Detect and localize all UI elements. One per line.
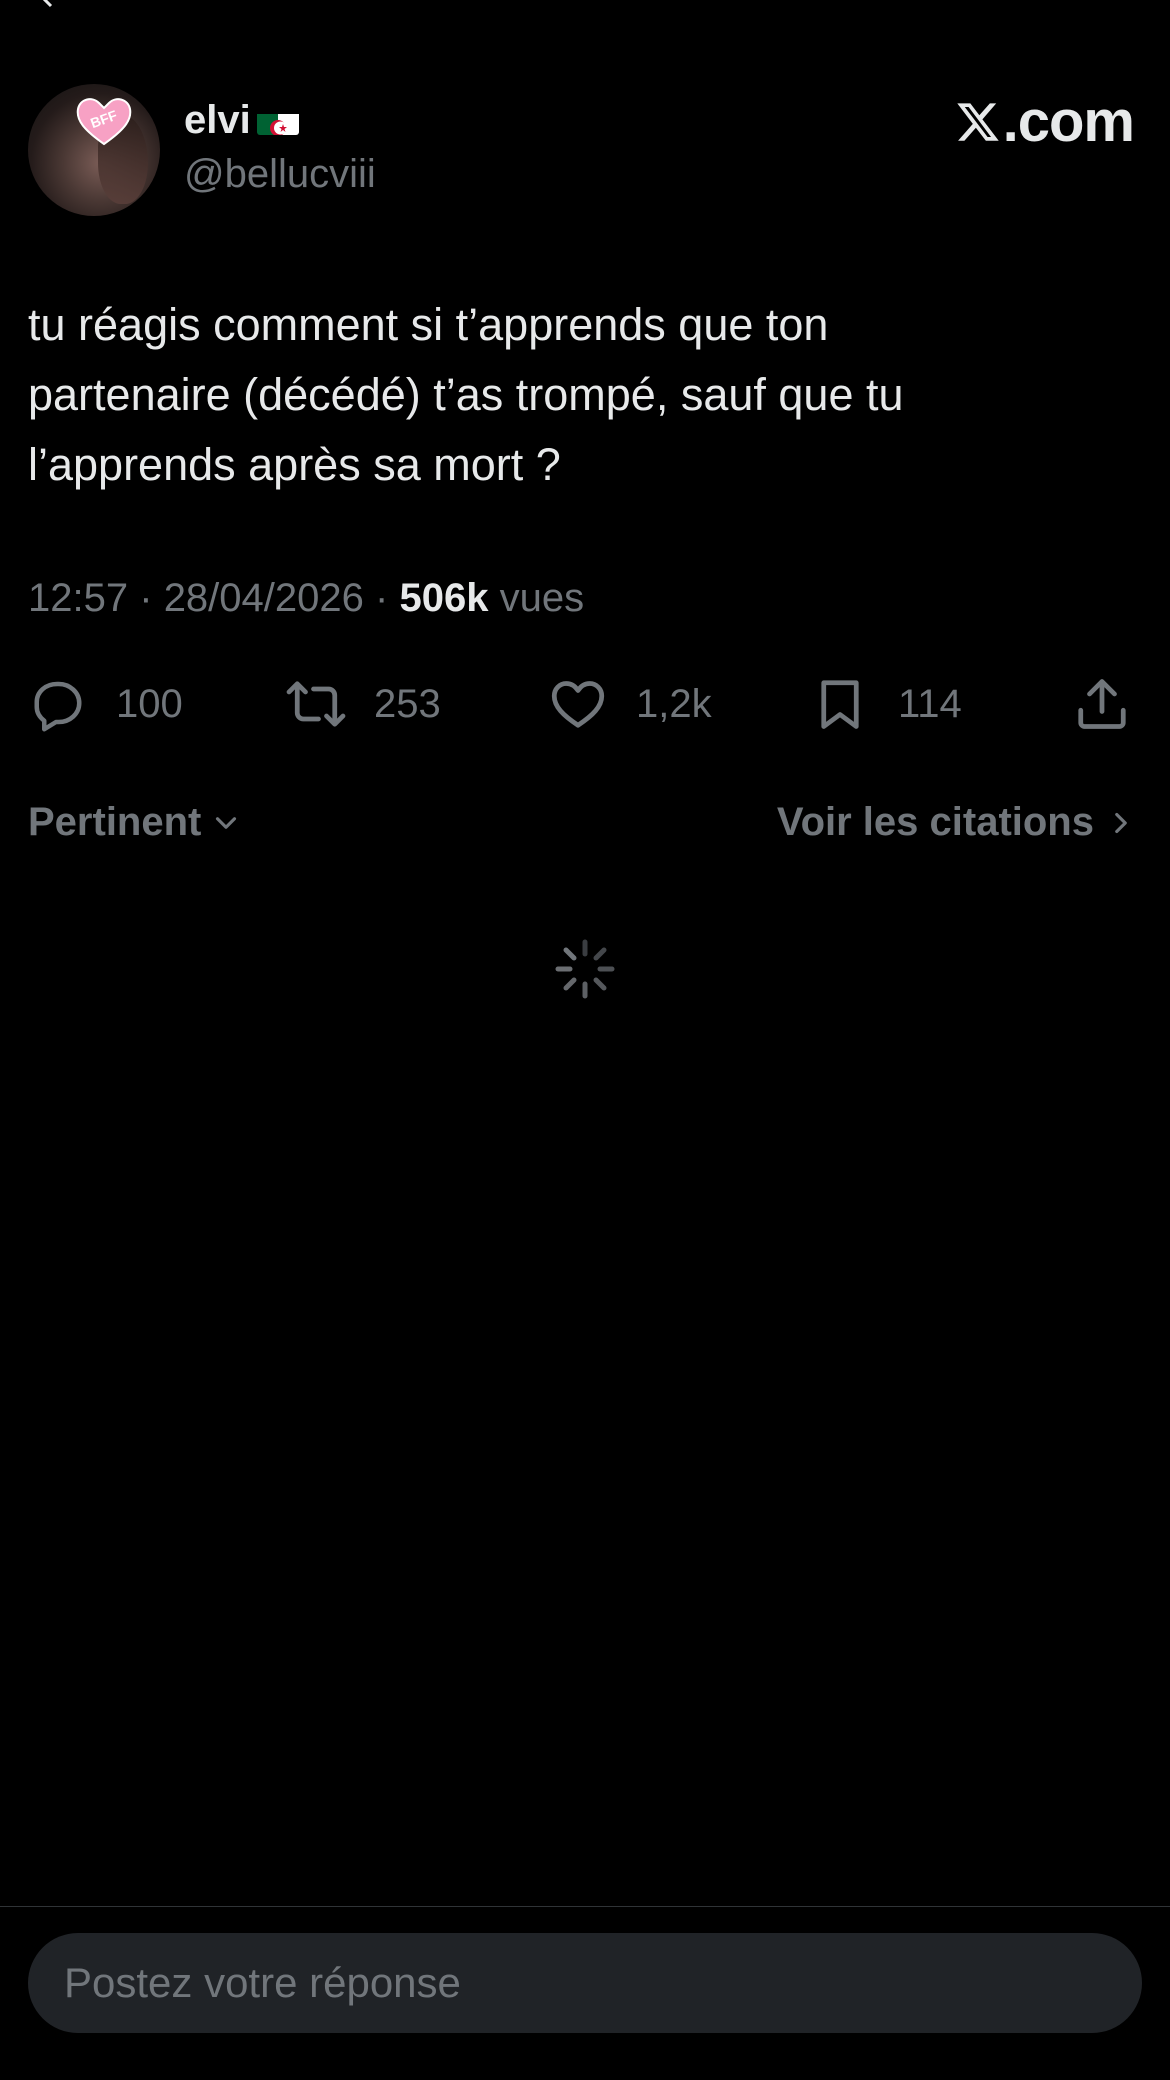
repost-button[interactable]: 253 — [286, 672, 441, 736]
bookmark-button[interactable]: 114 — [810, 672, 962, 736]
tweet-text-line: tu réagis comment si t’apprends que ton — [28, 299, 829, 350]
views-count[interactable]: 506k — [399, 576, 488, 620]
like-count: 1,2k — [636, 681, 712, 726]
bookmark-icon — [821, 680, 859, 729]
brand-watermark: .com — [955, 88, 1135, 155]
share-icon — [1078, 679, 1126, 729]
sort-dropdown[interactable]: Pertinent — [28, 800, 243, 845]
chevron-right-icon — [1115, 812, 1127, 833]
reply-bar — [0, 1906, 1170, 2080]
bookmark-count: 114 — [898, 681, 962, 726]
author-handle[interactable]: @bellucviii — [184, 152, 376, 197]
heart-sticker-icon: BFF — [76, 98, 132, 146]
back-chevron-icon[interactable] — [36, 0, 60, 10]
tweet-detail-page: BFF elvi @bellucviii .com tu réagis comm… — [0, 0, 1170, 2080]
algeria-flag-icon — [256, 107, 299, 135]
reply-count: 100 — [116, 681, 183, 726]
brand-text: .com — [1002, 89, 1135, 154]
repost-count: 253 — [374, 681, 441, 726]
author-display-name[interactable]: elvi — [184, 98, 299, 143]
tweet-actions: 100 253 1,2k 114 — [28, 672, 1138, 736]
meta-separator: · — [375, 576, 389, 620]
repost-icon — [286, 681, 346, 727]
tweet-text: tu réagis comment si t’apprends que ton … — [28, 290, 1128, 500]
reply-button[interactable]: 100 — [28, 672, 183, 736]
display-name-text: elvi — [184, 98, 251, 142]
tweet-meta: 12:57 · 28/04/2026 · 506k vues — [28, 576, 584, 621]
meta-separator: · — [139, 576, 153, 620]
heart-icon — [551, 681, 605, 728]
sort-label: Pertinent — [28, 800, 202, 844]
chevron-down-icon — [216, 816, 237, 829]
x-logo-icon — [956, 102, 999, 141]
like-button[interactable]: 1,2k — [548, 672, 712, 736]
loading-spinner-icon — [555, 939, 615, 999]
tweet-date[interactable]: 28/04/2026 — [164, 576, 364, 620]
tweet-time[interactable]: 12:57 — [28, 576, 128, 620]
reply-icon — [34, 681, 82, 732]
view-quotes-link[interactable]: Voir les citations — [777, 800, 1138, 845]
view-quotes-label: Voir les citations — [776, 800, 1094, 844]
views-label: vues — [499, 576, 585, 620]
tweet-text-line: partenaire (décédé) t’as trompé, sauf qu… — [28, 369, 904, 420]
replies-sort-row: Pertinent Voir les citations — [28, 800, 1138, 856]
tweet-text-line: l’apprends après sa mort ? — [28, 439, 561, 490]
share-button[interactable] — [1072, 672, 1132, 736]
reply-input[interactable] — [28, 1933, 1142, 2033]
avatar[interactable]: BFF — [28, 84, 160, 216]
tweet-header: BFF elvi @bellucviii .com — [28, 84, 1148, 216]
